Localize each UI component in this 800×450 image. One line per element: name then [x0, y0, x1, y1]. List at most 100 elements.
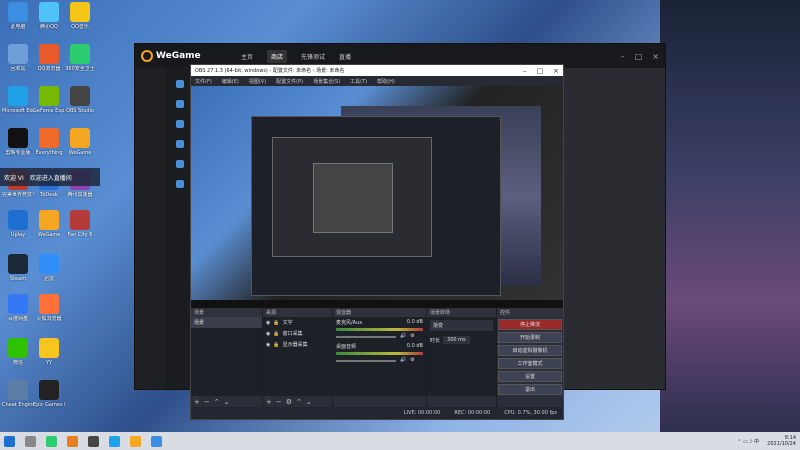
- gear-icon[interactable]: ⚙: [410, 357, 414, 363]
- obs-taskbar-icon[interactable]: [88, 435, 99, 447]
- desktop-icon[interactable]: 微信: [2, 338, 34, 366]
- wegame-nav-item[interactable]: 商店: [267, 49, 288, 63]
- menu-item[interactable]: 帮助(H): [377, 78, 395, 85]
- down-icon[interactable]: ⌄: [306, 398, 312, 406]
- wegame-nav-item[interactable]: 直播: [339, 52, 351, 61]
- desktop-icon[interactable]: QQ音乐: [64, 2, 96, 30]
- edge-taskbar-icon[interactable]: [109, 435, 120, 447]
- menu-item[interactable]: 配置文件(P): [276, 78, 303, 85]
- volume-slider[interactable]: [336, 360, 396, 362]
- remove-icon[interactable]: −: [204, 398, 210, 406]
- clock[interactable]: 8:14 2021/10/24: [767, 435, 796, 447]
- menu-item[interactable]: 编辑(E): [222, 78, 239, 85]
- desktop-icon[interactable]: Uplay: [2, 210, 34, 238]
- desktop-icon[interactable]: WeGame: [64, 128, 96, 156]
- desktop-icon[interactable]: 火狐浏览器: [33, 294, 65, 322]
- scenes-header: 场景: [191, 308, 262, 317]
- desktop-icon[interactable]: Everything: [33, 128, 65, 156]
- taskbar-app-icon[interactable]: [46, 435, 57, 447]
- menu-item[interactable]: 工具(T): [350, 78, 367, 85]
- taskbar-app-icon[interactable]: [67, 435, 78, 447]
- desktop-icon[interactable]: 迅雷: [33, 254, 65, 282]
- add-icon[interactable]: +: [194, 398, 200, 406]
- desktop-icon[interactable]: Microsoft Edge: [2, 86, 34, 114]
- control-button[interactable]: 工作室模式: [498, 358, 562, 369]
- search-icon[interactable]: [25, 435, 36, 447]
- sidebar-icon[interactable]: [176, 80, 184, 88]
- source-item[interactable]: ◉ 🔒 窗口采集: [263, 328, 332, 339]
- desktop-icon[interactable]: QQ浏览器: [33, 44, 65, 72]
- transition-type[interactable]: 渐变: [430, 320, 493, 331]
- menu-item[interactable]: 文件(F): [195, 78, 212, 85]
- desktop-icon[interactable]: 此电脑: [2, 2, 34, 30]
- lock-icon[interactable]: 🔒: [273, 342, 279, 348]
- close-icon[interactable]: ×: [652, 52, 659, 61]
- desktop-icon[interactable]: Fan City 6: [64, 210, 96, 238]
- sidebar-icon[interactable]: [176, 160, 184, 168]
- control-button[interactable]: 开始录制: [498, 332, 562, 343]
- wegame-nav-item[interactable]: 主页: [241, 52, 253, 61]
- app-icon: [39, 86, 59, 106]
- taskbar-app-icon[interactable]: [151, 435, 162, 447]
- minimize-icon[interactable]: –: [621, 52, 625, 61]
- obs-preview[interactable]: [191, 86, 563, 308]
- source-label: 窗口采集: [282, 331, 303, 337]
- desktop-icon[interactable]: Cheat Engine: [2, 380, 34, 408]
- sidebar-icon[interactable]: [176, 100, 184, 108]
- desktop-icon[interactable]: 腾讯QQ: [33, 2, 65, 30]
- system-tray: ⌃ ▭ ♪ 中 8:14 2021/10/24: [737, 435, 796, 447]
- lock-icon[interactable]: 🔒: [273, 320, 279, 326]
- desktop-icon-label: 360安全卫士: [65, 66, 95, 72]
- scene-item[interactable]: 场景: [191, 317, 262, 328]
- up-icon[interactable]: ⌃: [296, 398, 302, 406]
- windows-start-icon[interactable]: [4, 435, 15, 447]
- desktop-icon[interactable]: 剪映专业版: [2, 128, 34, 156]
- desktop-icon[interactable]: OBS Studio: [64, 86, 96, 114]
- source-item[interactable]: ◉ 🔒 文字: [263, 317, 332, 328]
- desktop-icon-label: 腾讯加速器: [67, 192, 93, 198]
- sidebar-icon[interactable]: [176, 120, 184, 128]
- desktop-icon[interactable]: Steam: [2, 254, 34, 282]
- maximize-icon[interactable]: □: [635, 52, 643, 61]
- desktop-icon[interactable]: YY: [33, 338, 65, 366]
- sidebar-icon[interactable]: [176, 180, 184, 188]
- mixer-channels: 麦克风/Aux 0.0 dB 🔊 ⚙ 桌面音频 0.0 dB 🔊 ⚙: [333, 317, 426, 396]
- tray-icons[interactable]: ⌃ ▭ ♪ 中: [737, 438, 759, 445]
- speaker-icon[interactable]: 🔊: [400, 357, 406, 363]
- wegame-taskbar-icon[interactable]: [130, 435, 141, 447]
- wegame-nav-item[interactable]: 先锋测试: [301, 52, 325, 61]
- sidebar-icon[interactable]: [176, 140, 184, 148]
- menu-item[interactable]: 视图(V): [249, 78, 266, 85]
- control-button[interactable]: 启动虚拟摄像机: [498, 345, 562, 356]
- lock-icon[interactable]: 🔒: [273, 331, 279, 337]
- control-button[interactable]: 设置: [498, 371, 562, 382]
- desktop-icon[interactable]: GeForce Experience: [33, 86, 65, 114]
- remove-icon[interactable]: −: [276, 398, 282, 406]
- maximize-icon[interactable]: □: [537, 67, 544, 75]
- eye-icon[interactable]: ◉: [266, 331, 270, 337]
- volume-slider[interactable]: [336, 336, 396, 338]
- control-button[interactable]: 退出: [498, 384, 562, 395]
- menu-item[interactable]: 场景集合(S): [313, 78, 340, 85]
- gear-icon[interactable]: ⚙: [410, 333, 414, 339]
- down-icon[interactable]: ⌄: [224, 398, 230, 406]
- minimize-icon[interactable]: –: [523, 67, 527, 75]
- eye-icon[interactable]: ◉: [266, 342, 270, 348]
- speaker-icon[interactable]: 🔊: [400, 333, 406, 339]
- transition-duration[interactable]: 时长 300 ms: [427, 334, 496, 346]
- source-item[interactable]: ◉ 🔒 显示器采集: [263, 339, 332, 350]
- up-icon[interactable]: ⌃: [214, 398, 220, 406]
- desktop-icon[interactable]: 回收站: [2, 44, 34, 72]
- duration-field[interactable]: 300 ms: [443, 336, 470, 344]
- wegame-logo: WeGame: [141, 50, 221, 62]
- desktop-icon[interactable]: 百度网盘: [2, 294, 34, 322]
- add-icon[interactable]: +: [266, 398, 272, 406]
- gear-icon[interactable]: ⚙: [286, 398, 292, 406]
- eye-icon[interactable]: ◉: [266, 320, 270, 326]
- close-icon[interactable]: ×: [553, 67, 559, 75]
- preview-nested-window: [251, 116, 501, 296]
- desktop-icon[interactable]: Epic Games Launcher: [33, 380, 65, 408]
- desktop-icon[interactable]: WeGame: [33, 210, 65, 238]
- desktop-icon[interactable]: 360安全卫士: [64, 44, 96, 72]
- control-button[interactable]: 停止推流: [498, 319, 562, 330]
